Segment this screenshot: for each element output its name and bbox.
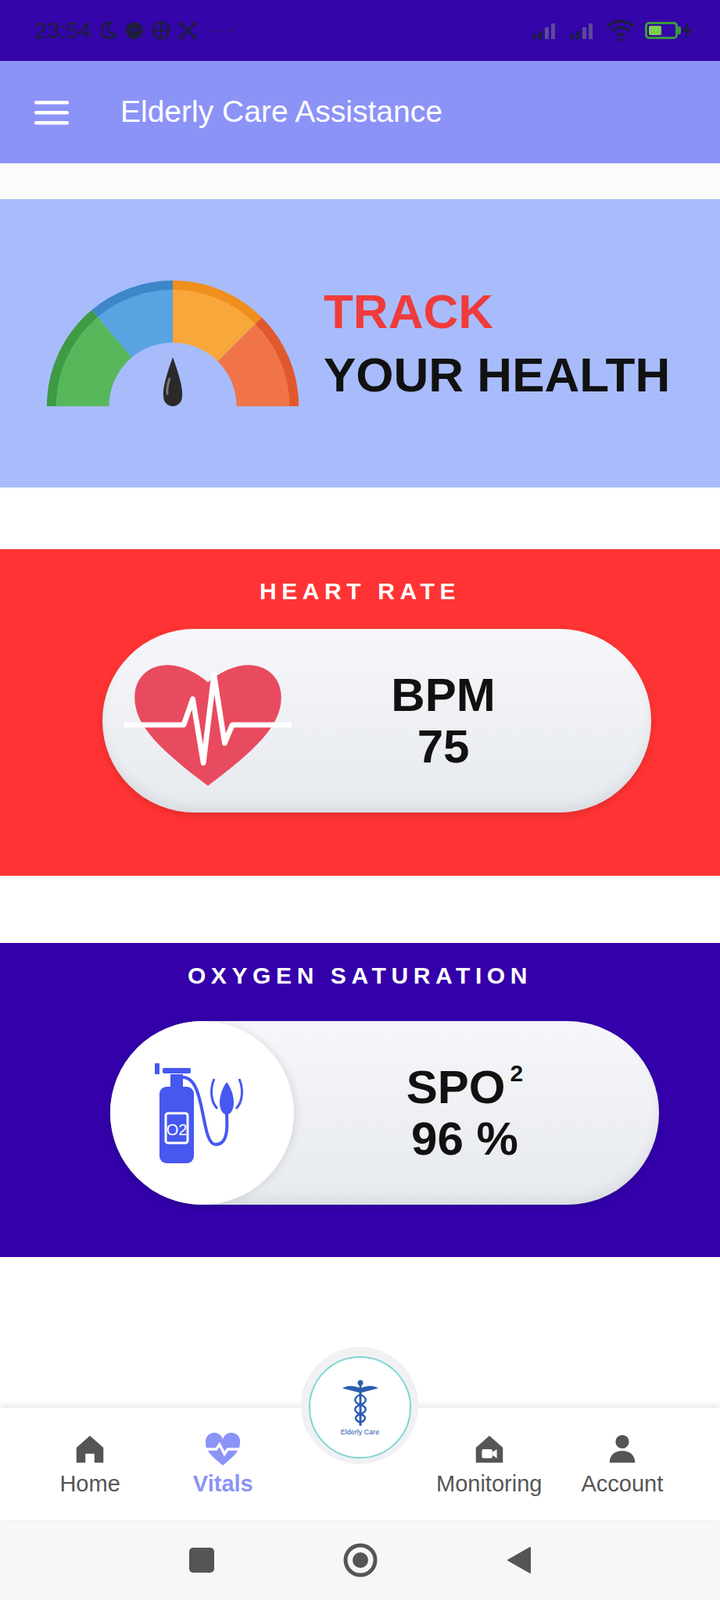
spacer bbox=[0, 876, 720, 944]
monitoring-icon bbox=[471, 1432, 508, 1469]
nav-label: Monitoring bbox=[436, 1471, 542, 1499]
icon-holder: O2 bbox=[110, 1021, 294, 1206]
phone-screen: 23:54 ··· Elderly Care Assistance TRACKYOUR… bbox=[0, 0, 720, 1600]
nav-item[interactable]: Vitals bbox=[156, 1432, 290, 1499]
oxygen-tank-icon: O2 bbox=[151, 1059, 254, 1169]
vital-panel: OXYGEN SATURATIONO2SPO296 % bbox=[0, 943, 720, 1258]
battery-group bbox=[644, 20, 694, 41]
vital-value: 96 % bbox=[293, 1114, 636, 1166]
heart-icon bbox=[124, 647, 292, 796]
system-nav-bar bbox=[0, 1521, 720, 1600]
nav-item[interactable]: Account bbox=[555, 1432, 689, 1499]
vital-panel: HEART RATE BPM75 bbox=[0, 549, 720, 877]
vital-card: O2SPO296 % bbox=[110, 1021, 660, 1206]
tank-label: O2 bbox=[165, 1121, 187, 1140]
vital-label-line: BPM bbox=[305, 669, 581, 722]
spacer bbox=[0, 163, 720, 200]
vital-card: BPM75 bbox=[102, 629, 652, 814]
vital-label: BPM bbox=[390, 669, 495, 722]
nav-item[interactable]: Home bbox=[23, 1432, 157, 1499]
app-title: Elderly Care Assistance bbox=[120, 93, 443, 132]
vital-label-sup: 2 bbox=[510, 1060, 524, 1087]
vital-label-line: SPO2 bbox=[293, 1062, 636, 1115]
clock: 23:54 bbox=[34, 17, 92, 45]
recents-icon[interactable] bbox=[186, 1545, 218, 1577]
charging-icon bbox=[680, 20, 694, 41]
health-banner: TRACKYOUR HEALTH bbox=[0, 199, 720, 488]
home-icon bbox=[71, 1432, 108, 1469]
vital-title: HEART RATE bbox=[0, 577, 720, 606]
vital-label: SPO bbox=[406, 1061, 506, 1115]
status-left: 23:54 ··· bbox=[34, 17, 236, 45]
app-bar: Elderly Care Assistance bbox=[0, 60, 720, 164]
icon-holder bbox=[102, 647, 306, 796]
banner-line: TRACK bbox=[323, 280, 670, 344]
more-notifications: ··· bbox=[210, 17, 236, 43]
battery bbox=[644, 21, 678, 40]
signal-icon bbox=[530, 20, 563, 41]
messenger-icon bbox=[124, 20, 145, 41]
nav-item[interactable]: Monitoring bbox=[422, 1432, 556, 1499]
vital-title: OXYGEN SATURATION bbox=[0, 962, 720, 991]
gauge-icon bbox=[42, 274, 304, 413]
app-icon bbox=[177, 20, 198, 41]
logo-text: Elderly Care bbox=[340, 1429, 380, 1438]
caduceus-icon bbox=[340, 1379, 380, 1429]
menu-icon[interactable] bbox=[34, 99, 69, 126]
battery-tip bbox=[677, 26, 681, 35]
nav-label: Account bbox=[580, 1471, 663, 1499]
moon-icon bbox=[97, 20, 119, 41]
back-icon[interactable] bbox=[503, 1545, 535, 1577]
wifi-icon bbox=[605, 18, 636, 43]
spacer bbox=[0, 487, 720, 550]
status-right bbox=[530, 18, 694, 43]
home-button-icon[interactable] bbox=[342, 1543, 379, 1580]
banner-line: YOUR HEALTH bbox=[323, 343, 670, 408]
banner-text: TRACKYOUR HEALTH bbox=[323, 280, 670, 407]
vital-value: 75 bbox=[305, 721, 581, 774]
center-logo-button[interactable]: Elderly Care bbox=[308, 1357, 412, 1460]
vital-readout: BPM75 bbox=[305, 669, 652, 774]
vitals-icon bbox=[203, 1432, 243, 1469]
account-icon bbox=[604, 1432, 641, 1469]
battery-fill bbox=[648, 25, 662, 36]
nav-label: Home bbox=[59, 1471, 120, 1499]
status-bar: 23:54 ··· bbox=[0, 0, 720, 61]
vpn-icon bbox=[150, 20, 172, 41]
bottom-nav: Home Vitals Monitoring Account Elderly Care bbox=[0, 1408, 720, 1522]
nav-label: Vitals bbox=[193, 1471, 254, 1499]
signal-icon bbox=[568, 20, 600, 41]
vital-readout: SPO296 % bbox=[293, 1062, 660, 1166]
